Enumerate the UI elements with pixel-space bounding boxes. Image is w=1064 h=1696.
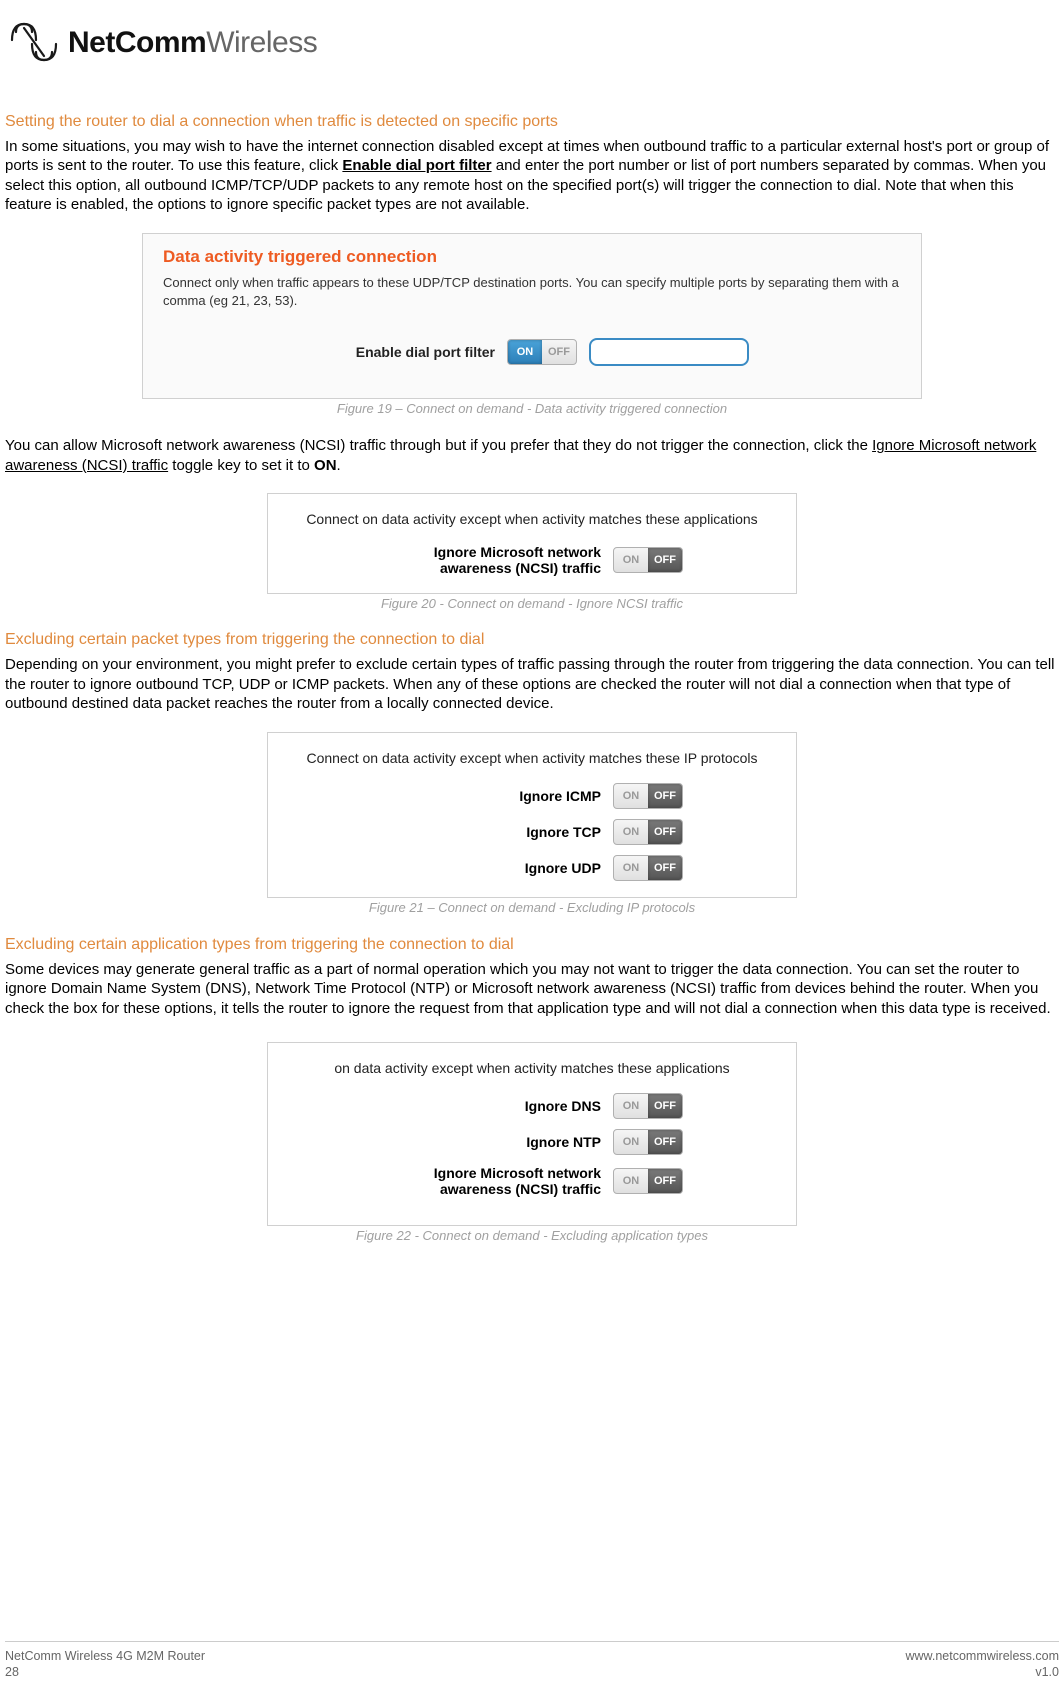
brand-logo: NetCommWireless: [10, 22, 1059, 62]
ignore-ncsi-label: Ignore Microsoft network awareness (NCSI…: [381, 544, 601, 576]
ignore-ncsi-toggle[interactable]: ONOFF: [613, 1168, 683, 1194]
ignore-icmp-label: Ignore ICMP: [381, 788, 601, 804]
section-heading: Excluding certain application types from…: [5, 935, 1059, 956]
ignore-ncsi-toggle[interactable]: ONOFF: [613, 547, 683, 573]
body-paragraph: Some devices may generate general traffi…: [5, 960, 1059, 1019]
page-footer: NetComm Wireless 4G M2M Router 28 www.ne…: [5, 1641, 1059, 1681]
logo-text: NetCommWireless: [68, 23, 317, 62]
enable-dial-port-filter-label: Enable dial port filter: [315, 343, 495, 361]
section-heading: Setting the router to dial a connection …: [5, 112, 1059, 133]
footer-page-number: 28: [5, 1664, 205, 1680]
ignore-udp-label: Ignore UDP: [381, 860, 601, 876]
body-paragraph: You can allow Microsoft network awarenes…: [5, 436, 1059, 475]
panel-header-text: Connect on data activity except when act…: [306, 510, 757, 528]
panel-title: Data activity triggered connection: [163, 246, 901, 268]
ignore-ncsi-label: Ignore Microsoft network awareness (NCSI…: [381, 1165, 601, 1197]
figure-19-panel: Data activity triggered connection Conne…: [142, 233, 922, 399]
figure-20-panel: Connect on data activity except when act…: [267, 493, 797, 593]
enable-dial-port-filter-toggle[interactable]: ONOFF: [507, 339, 577, 365]
figure-caption: Figure 19 – Connect on demand - Data act…: [5, 401, 1059, 418]
ignore-dns-toggle[interactable]: ONOFF: [613, 1093, 683, 1119]
figure-22-panel: on data activity except when activity ma…: [267, 1042, 797, 1226]
ignore-tcp-toggle[interactable]: ONOFF: [613, 819, 683, 845]
logo-icon: [10, 22, 58, 62]
figure-caption: Figure 22 - Connect on demand - Excludin…: [5, 1228, 1059, 1245]
section-heading: Excluding certain packet types from trig…: [5, 630, 1059, 651]
ignore-tcp-label: Ignore TCP: [381, 824, 601, 840]
ignore-ntp-toggle[interactable]: ONOFF: [613, 1129, 683, 1155]
body-paragraph: In some situations, you may wish to have…: [5, 137, 1059, 215]
dial-port-filter-input[interactable]: [589, 338, 749, 366]
ignore-icmp-toggle[interactable]: ONOFF: [613, 783, 683, 809]
ignore-udp-toggle[interactable]: ONOFF: [613, 855, 683, 881]
footer-version: v1.0: [905, 1664, 1059, 1680]
ignore-ntp-label: Ignore NTP: [381, 1134, 601, 1150]
footer-url: www.netcommwireless.com: [905, 1648, 1059, 1664]
panel-header-text: Connect on data activity except when act…: [306, 749, 757, 767]
figure-21-panel: Connect on data activity except when act…: [267, 732, 797, 898]
footer-product: NetComm Wireless 4G M2M Router: [5, 1648, 205, 1664]
figure-caption: Figure 20 - Connect on demand - Ignore N…: [5, 596, 1059, 613]
body-paragraph: Depending on your environment, you might…: [5, 655, 1059, 714]
figure-caption: Figure 21 – Connect on demand - Excludin…: [5, 900, 1059, 917]
ignore-dns-label: Ignore DNS: [381, 1098, 601, 1114]
panel-header-text: on data activity except when activity ma…: [334, 1059, 729, 1077]
panel-description: Connect only when traffic appears to the…: [163, 274, 901, 310]
